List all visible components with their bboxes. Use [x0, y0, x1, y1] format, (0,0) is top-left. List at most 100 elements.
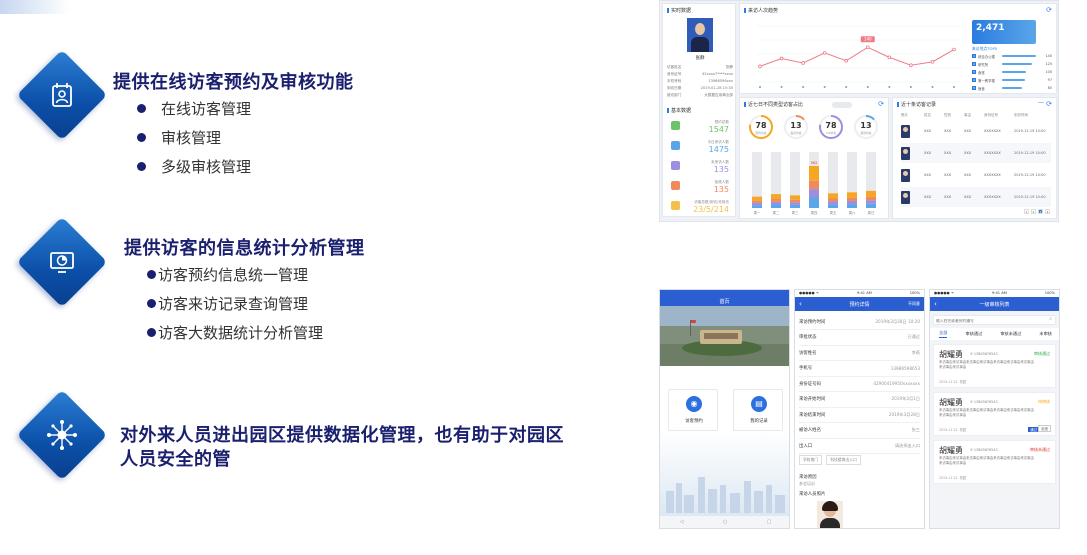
- gauge-label: 临时访客: [790, 131, 802, 135]
- feature-icon-badge: [16, 49, 108, 141]
- trend-point: [887, 55, 892, 60]
- feature-icon-badge: [16, 216, 108, 308]
- total-visits-number: 2,471: [976, 23, 1005, 33]
- booking-detail-title: 预约详情: [849, 301, 870, 308]
- top5-item: 1 综合办公楼 140: [972, 54, 1052, 59]
- review-card[interactable]: 胡耀勇 ✆ 13809876543 待审核 来访事由来访事由来访事由来访事由来访…: [933, 392, 1056, 436]
- search-icon[interactable]: ⌕: [1049, 316, 1052, 322]
- bar-segment: [790, 195, 800, 200]
- stat-value: 135: [713, 165, 729, 174]
- phone-review-list: ●●●●● ᯤ9:41 AM100% ‹ 一级审核列表 ⌕ 全部审核通过审核未通…: [929, 289, 1060, 529]
- refresh-icon[interactable]: ⟳: [1046, 6, 1052, 14]
- bullet-item: 在线访客管理: [137, 94, 251, 123]
- gauge-value: 78: [825, 121, 837, 130]
- table-row[interactable]: XXX XXX XXX XXXXXXX 2019-12-19 10:00: [901, 143, 1051, 163]
- review-search-input[interactable]: [936, 317, 1046, 324]
- page-button[interactable]: 1: [1024, 209, 1029, 214]
- top5-name: 第一教学楼: [978, 79, 995, 83]
- gate-chip[interactable]: 学校南门: [799, 455, 823, 465]
- review-tab[interactable]: 审核未通过: [1000, 331, 1021, 337]
- review-tabs: 全部 审核通过 审核未通过 未审核: [930, 328, 1059, 340]
- bar-segment: [771, 204, 781, 208]
- detail-row[interactable]: 出入口 请选择出入口: [799, 438, 920, 454]
- toggle-switch[interactable]: [832, 102, 852, 108]
- detail-row: 审批状态 已通过: [799, 330, 920, 346]
- x-tick-dot: [802, 86, 805, 88]
- profile-name: 张静: [695, 56, 705, 61]
- detail-row: 手机号 13986598653: [799, 361, 920, 377]
- stat-value: 1475: [708, 145, 729, 154]
- refresh-icon[interactable]: ⟳: [878, 100, 884, 108]
- table-row[interactable]: XXX XXX XXX XXXXXXX 2019-12-19 10:00: [901, 121, 1051, 141]
- detail-key: 手机号: [799, 366, 813, 371]
- table-row[interactable]: XXX XXX XXX XXXXXXX 2019-12-19 10:00: [901, 165, 1051, 185]
- review-tab[interactable]: 审核通过: [966, 331, 983, 337]
- my-records-button[interactable]: ▤ 我的记录: [733, 389, 783, 431]
- detail-key: 来访预约时间: [799, 319, 826, 325]
- page-button[interactable]: 2: [1031, 209, 1036, 214]
- detail-value: 2019年3月1日: [891, 396, 920, 401]
- reject-button[interactable]: 拒绝: [1038, 425, 1051, 432]
- table-row[interactable]: XXX XXX XXX XXXXXXX 2019-12-19 10:00: [901, 187, 1051, 207]
- refresh-icon[interactable]: ⟳: [1046, 100, 1052, 108]
- review-desc: 来访事由来访事由来访事由来访事由来访事由来访事由来访事由来访事由来访事由: [939, 456, 1034, 465]
- top5-name: 宿舍: [978, 87, 985, 91]
- detail-value: 2019年3月28日: [888, 411, 920, 417]
- bar-segment: [828, 193, 838, 199]
- trend-tooltip-text: 140: [864, 37, 872, 42]
- bar-peak-label: 562: [811, 161, 818, 165]
- gate-chips: 学校南门 科技楼南出入口: [799, 455, 861, 465]
- collapse-icon[interactable]: —: [1038, 99, 1044, 106]
- profile-row: 访客姓名 张静: [667, 65, 733, 69]
- gate-chip[interactable]: 科技楼南出入口: [826, 455, 861, 465]
- reason-value: 参会培训: [799, 481, 815, 486]
- detail-key: 被访人姓名: [799, 428, 821, 433]
- review-tab[interactable]: 未审核: [1039, 331, 1052, 337]
- review-desc: 来访事由来访事由来访事由来访事由来访事由来访事由来访事由来访事由来访事由: [939, 408, 1034, 417]
- stat-value: 135: [713, 185, 729, 194]
- gauge: 13 其他访客: [853, 114, 879, 140]
- x-tick-dot: [953, 86, 955, 88]
- top5-bar: [1002, 87, 1022, 89]
- review-card[interactable]: 胡耀勇 ✆ 13809876543 审核未通过 来访事由来访事由来访事由来访事由…: [933, 440, 1056, 484]
- review-search-box[interactable]: ⌕: [933, 315, 1056, 325]
- nav-home-icon[interactable]: ○: [723, 519, 727, 525]
- feature-title-3: 对外来人员进出园区提供数据化管理，也有助于对园区 人员安全的管: [120, 424, 564, 472]
- booking-detail-header: ‹ 预约详情 不同意: [795, 297, 924, 311]
- bullet-item: 访客来访记录查询管理: [147, 289, 323, 318]
- x-tick-dot: [866, 86, 869, 88]
- review-name: 胡耀勇: [939, 398, 963, 407]
- dashboard-screenshot: 实时数据 张静 访客姓名 张静 身份证号 42xxxx7****xxxx 手机号码 1…: [659, 0, 1059, 222]
- gauge-value: 78: [755, 121, 767, 130]
- visit-booking-label: 访客预约: [685, 419, 703, 424]
- back-chevron-icon[interactable]: ‹: [934, 300, 937, 308]
- bar-segment: [847, 200, 857, 205]
- detail-row: 身份证号码 42900419950xxxxxxx: [799, 376, 920, 392]
- trend-point: [930, 60, 935, 64]
- review-list-title: 一级审核列表: [979, 301, 1010, 308]
- review-phone: ✆ 13809876543: [970, 352, 998, 356]
- top5-value: 85: [1047, 86, 1052, 90]
- nav-back-icon[interactable]: ◁: [680, 519, 684, 525]
- x-tick-dot: [823, 86, 826, 88]
- top5-bar: [1002, 71, 1026, 73]
- bar-segment: [790, 202, 800, 205]
- gauge: 78 VIP访客: [818, 114, 844, 140]
- nav-recent-icon[interactable]: ▢: [767, 519, 772, 525]
- bullet-item: 访客大数据统计分析管理: [147, 318, 323, 347]
- reason-label: 来访原因: [799, 475, 817, 480]
- table-header: 照片 姓名 性别 事由 身份证号 到访时间: [901, 113, 1028, 117]
- reject-tag[interactable]: 不同意: [908, 301, 920, 307]
- bullet-item: 审核管理: [137, 123, 251, 152]
- trend-point: [758, 64, 762, 69]
- review-tab[interactable]: 全部: [939, 330, 948, 338]
- back-chevron-icon[interactable]: ‹: [799, 300, 802, 308]
- detail-value: 已通过: [907, 334, 920, 339]
- review-card[interactable]: 胡耀勇 ✆ 13809876543 审核通过 来访事由来访事由来访事由来访事由来…: [933, 344, 1056, 388]
- visit-booking-button[interactable]: ◉ 访客预约: [668, 389, 718, 431]
- bar-segment: [847, 204, 857, 208]
- page-button[interactable]: 4: [1045, 209, 1050, 214]
- page-button[interactable]: 3: [1038, 209, 1043, 214]
- calendar-person-icon: [52, 83, 72, 107]
- detail-value: 李燕: [911, 349, 920, 355]
